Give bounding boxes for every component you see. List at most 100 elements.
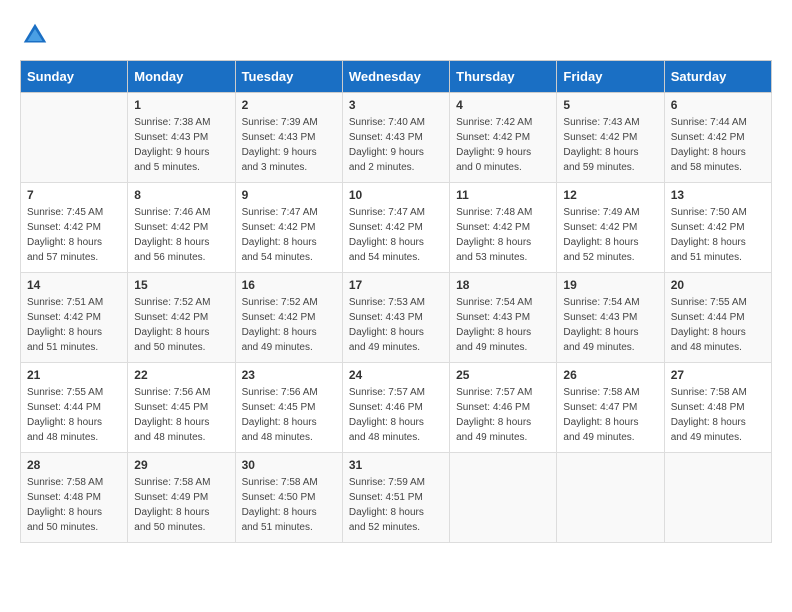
day-info: Sunrise: 7:39 AM Sunset: 4:43 PM Dayligh… [242,115,336,175]
header-wednesday: Wednesday [342,61,449,93]
day-info: Sunrise: 7:58 AM Sunset: 4:47 PM Dayligh… [563,385,657,445]
day-number: 21 [27,368,121,382]
calendar-cell: 19Sunrise: 7:54 AM Sunset: 4:43 PM Dayli… [557,273,664,363]
calendar-cell: 28 Sunrise: 7:58 AM Sunset: 4:48 PM Dayli… [21,453,128,543]
calendar-cell: 12 Sunrise: 7:49 AM Sunset: 4:42 PM Dayli… [557,183,664,273]
calendar-cell: 8 Sunrise: 7:46 AM Sunset: 4:42 PM Daylig… [128,183,235,273]
day-info: Sunrise: 7:58 AM Sunset: 4:50 PM Dayligh… [242,475,336,535]
day-number: 10 [349,188,443,202]
day-info: Sunrise: 7:46 AM Sunset: 4:42 PM Dayligh… [134,205,228,265]
day-info: Sunrise: 7:58 AM Sunset: 4:48 PM Dayligh… [671,385,765,445]
day-info: Sunrise: 7:43 AM Sunset: 4:42 PM Dayligh… [563,115,657,175]
page-header [20,20,772,50]
day-info: Sunrise: 7:54 AM Sunset: 4:43 PM Dayligh… [563,295,657,355]
calendar-cell: 10 Sunrise: 7:47 AM Sunset: 4:42 PM Dayli… [342,183,449,273]
day-info: Sunrise: 7:57 AM Sunset: 4:46 PM Dayligh… [349,385,443,445]
day-number: 9 [242,188,336,202]
calendar-cell: 26 Sunrise: 7:58 AM Sunset: 4:47 PM Dayli… [557,363,664,453]
calendar-cell: 23Sunrise: 7:56 AM Sunset: 4:45 PM Dayli… [235,363,342,453]
day-info: Sunrise: 7:48 AM Sunset: 4:42 PM Dayligh… [456,205,550,265]
calendar-cell: 14Sunrise: 7:51 AM Sunset: 4:42 PM Dayli… [21,273,128,363]
calendar-cell: 4 Sunrise: 7:42 AM Sunset: 4:42 PM Daylig… [450,93,557,183]
calendar-cell: 7 Sunrise: 7:45 AM Sunset: 4:42 PM Daylig… [21,183,128,273]
day-info: Sunrise: 7:56 AM Sunset: 4:45 PM Dayligh… [242,385,336,445]
calendar-cell: 2 Sunrise: 7:39 AM Sunset: 4:43 PM Daylig… [235,93,342,183]
logo [20,20,54,50]
calendar-table: SundayMondayTuesdayWednesdayThursdayFrid… [20,60,772,543]
day-number: 18 [456,278,550,292]
calendar-cell [450,453,557,543]
calendar-cell: 20 Sunrise: 7:55 AM Sunset: 4:44 PM Dayli… [664,273,771,363]
calendar-cell: 15 Sunrise: 7:52 AM Sunset: 4:42 PM Dayli… [128,273,235,363]
calendar-cell: 30 Sunrise: 7:58 AM Sunset: 4:50 PM Dayli… [235,453,342,543]
day-number: 5 [563,98,657,112]
day-info: Sunrise: 7:45 AM Sunset: 4:42 PM Dayligh… [27,205,121,265]
day-number: 1 [134,98,228,112]
calendar-cell: 13 Sunrise: 7:50 AM Sunset: 4:42 PM Dayli… [664,183,771,273]
calendar-cell [557,453,664,543]
day-info: Sunrise: 7:56 AM Sunset: 4:45 PM Dayligh… [134,385,228,445]
day-number: 13 [671,188,765,202]
calendar-cell: 11 Sunrise: 7:48 AM Sunset: 4:42 PM Dayli… [450,183,557,273]
day-info: Sunrise: 7:57 AM Sunset: 4:46 PM Dayligh… [456,385,550,445]
day-number: 29 [134,458,228,472]
day-number: 7 [27,188,121,202]
day-number: 25 [456,368,550,382]
calendar-cell: 29 Sunrise: 7:58 AM Sunset: 4:49 PM Dayli… [128,453,235,543]
calendar-cell: 16 Sunrise: 7:52 AM Sunset: 4:42 PM Dayli… [235,273,342,363]
calendar-cell: 25 Sunrise: 7:57 AM Sunset: 4:46 PM Dayli… [450,363,557,453]
day-number: 28 [27,458,121,472]
day-number: 16 [242,278,336,292]
calendar-cell: 24 Sunrise: 7:57 AM Sunset: 4:46 PM Dayli… [342,363,449,453]
day-number: 2 [242,98,336,112]
header-monday: Monday [128,61,235,93]
calendar-cell: 5 Sunrise: 7:43 AM Sunset: 4:42 PM Daylig… [557,93,664,183]
calendar-cell: 9Sunrise: 7:47 AM Sunset: 4:42 PM Daylig… [235,183,342,273]
day-number: 3 [349,98,443,112]
day-number: 15 [134,278,228,292]
day-number: 27 [671,368,765,382]
day-number: 11 [456,188,550,202]
day-number: 4 [456,98,550,112]
calendar-week-4: 21 Sunrise: 7:55 AM Sunset: 4:44 PM Dayli… [21,363,772,453]
day-info: Sunrise: 7:44 AM Sunset: 4:42 PM Dayligh… [671,115,765,175]
calendar-cell: 17Sunrise: 7:53 AM Sunset: 4:43 PM Dayli… [342,273,449,363]
day-number: 14 [27,278,121,292]
calendar-cell: 21 Sunrise: 7:55 AM Sunset: 4:44 PM Dayli… [21,363,128,453]
day-info: Sunrise: 7:55 AM Sunset: 4:44 PM Dayligh… [671,295,765,355]
day-info: Sunrise: 7:52 AM Sunset: 4:42 PM Dayligh… [134,295,228,355]
calendar-cell [664,453,771,543]
day-info: Sunrise: 7:58 AM Sunset: 4:48 PM Dayligh… [27,475,121,535]
header-saturday: Saturday [664,61,771,93]
day-info: Sunrise: 7:50 AM Sunset: 4:42 PM Dayligh… [671,205,765,265]
day-info: Sunrise: 7:58 AM Sunset: 4:49 PM Dayligh… [134,475,228,535]
day-info: Sunrise: 7:52 AM Sunset: 4:42 PM Dayligh… [242,295,336,355]
calendar-week-5: 28 Sunrise: 7:58 AM Sunset: 4:48 PM Dayli… [21,453,772,543]
calendar-cell: 1 Sunrise: 7:38 AM Sunset: 4:43 PM Daylig… [128,93,235,183]
day-info: Sunrise: 7:40 AM Sunset: 4:43 PM Dayligh… [349,115,443,175]
day-number: 22 [134,368,228,382]
day-number: 8 [134,188,228,202]
day-number: 26 [563,368,657,382]
day-info: Sunrise: 7:38 AM Sunset: 4:43 PM Dayligh… [134,115,228,175]
header-tuesday: Tuesday [235,61,342,93]
header-thursday: Thursday [450,61,557,93]
day-number: 30 [242,458,336,472]
calendar-cell: 27 Sunrise: 7:58 AM Sunset: 4:48 PM Dayli… [664,363,771,453]
day-info: Sunrise: 7:49 AM Sunset: 4:42 PM Dayligh… [563,205,657,265]
calendar-week-2: 7 Sunrise: 7:45 AM Sunset: 4:42 PM Daylig… [21,183,772,273]
calendar-cell: 22 Sunrise: 7:56 AM Sunset: 4:45 PM Dayli… [128,363,235,453]
day-number: 31 [349,458,443,472]
calendar-cell: 3 Sunrise: 7:40 AM Sunset: 4:43 PM Daylig… [342,93,449,183]
calendar-header-row: SundayMondayTuesdayWednesdayThursdayFrid… [21,61,772,93]
day-info: Sunrise: 7:55 AM Sunset: 4:44 PM Dayligh… [27,385,121,445]
day-info: Sunrise: 7:47 AM Sunset: 4:42 PM Dayligh… [349,205,443,265]
day-number: 24 [349,368,443,382]
day-number: 20 [671,278,765,292]
header-sunday: Sunday [21,61,128,93]
day-info: Sunrise: 7:54 AM Sunset: 4:43 PM Dayligh… [456,295,550,355]
day-info: Sunrise: 7:42 AM Sunset: 4:42 PM Dayligh… [456,115,550,175]
calendar-cell: 18 Sunrise: 7:54 AM Sunset: 4:43 PM Dayli… [450,273,557,363]
day-number: 17 [349,278,443,292]
day-number: 12 [563,188,657,202]
